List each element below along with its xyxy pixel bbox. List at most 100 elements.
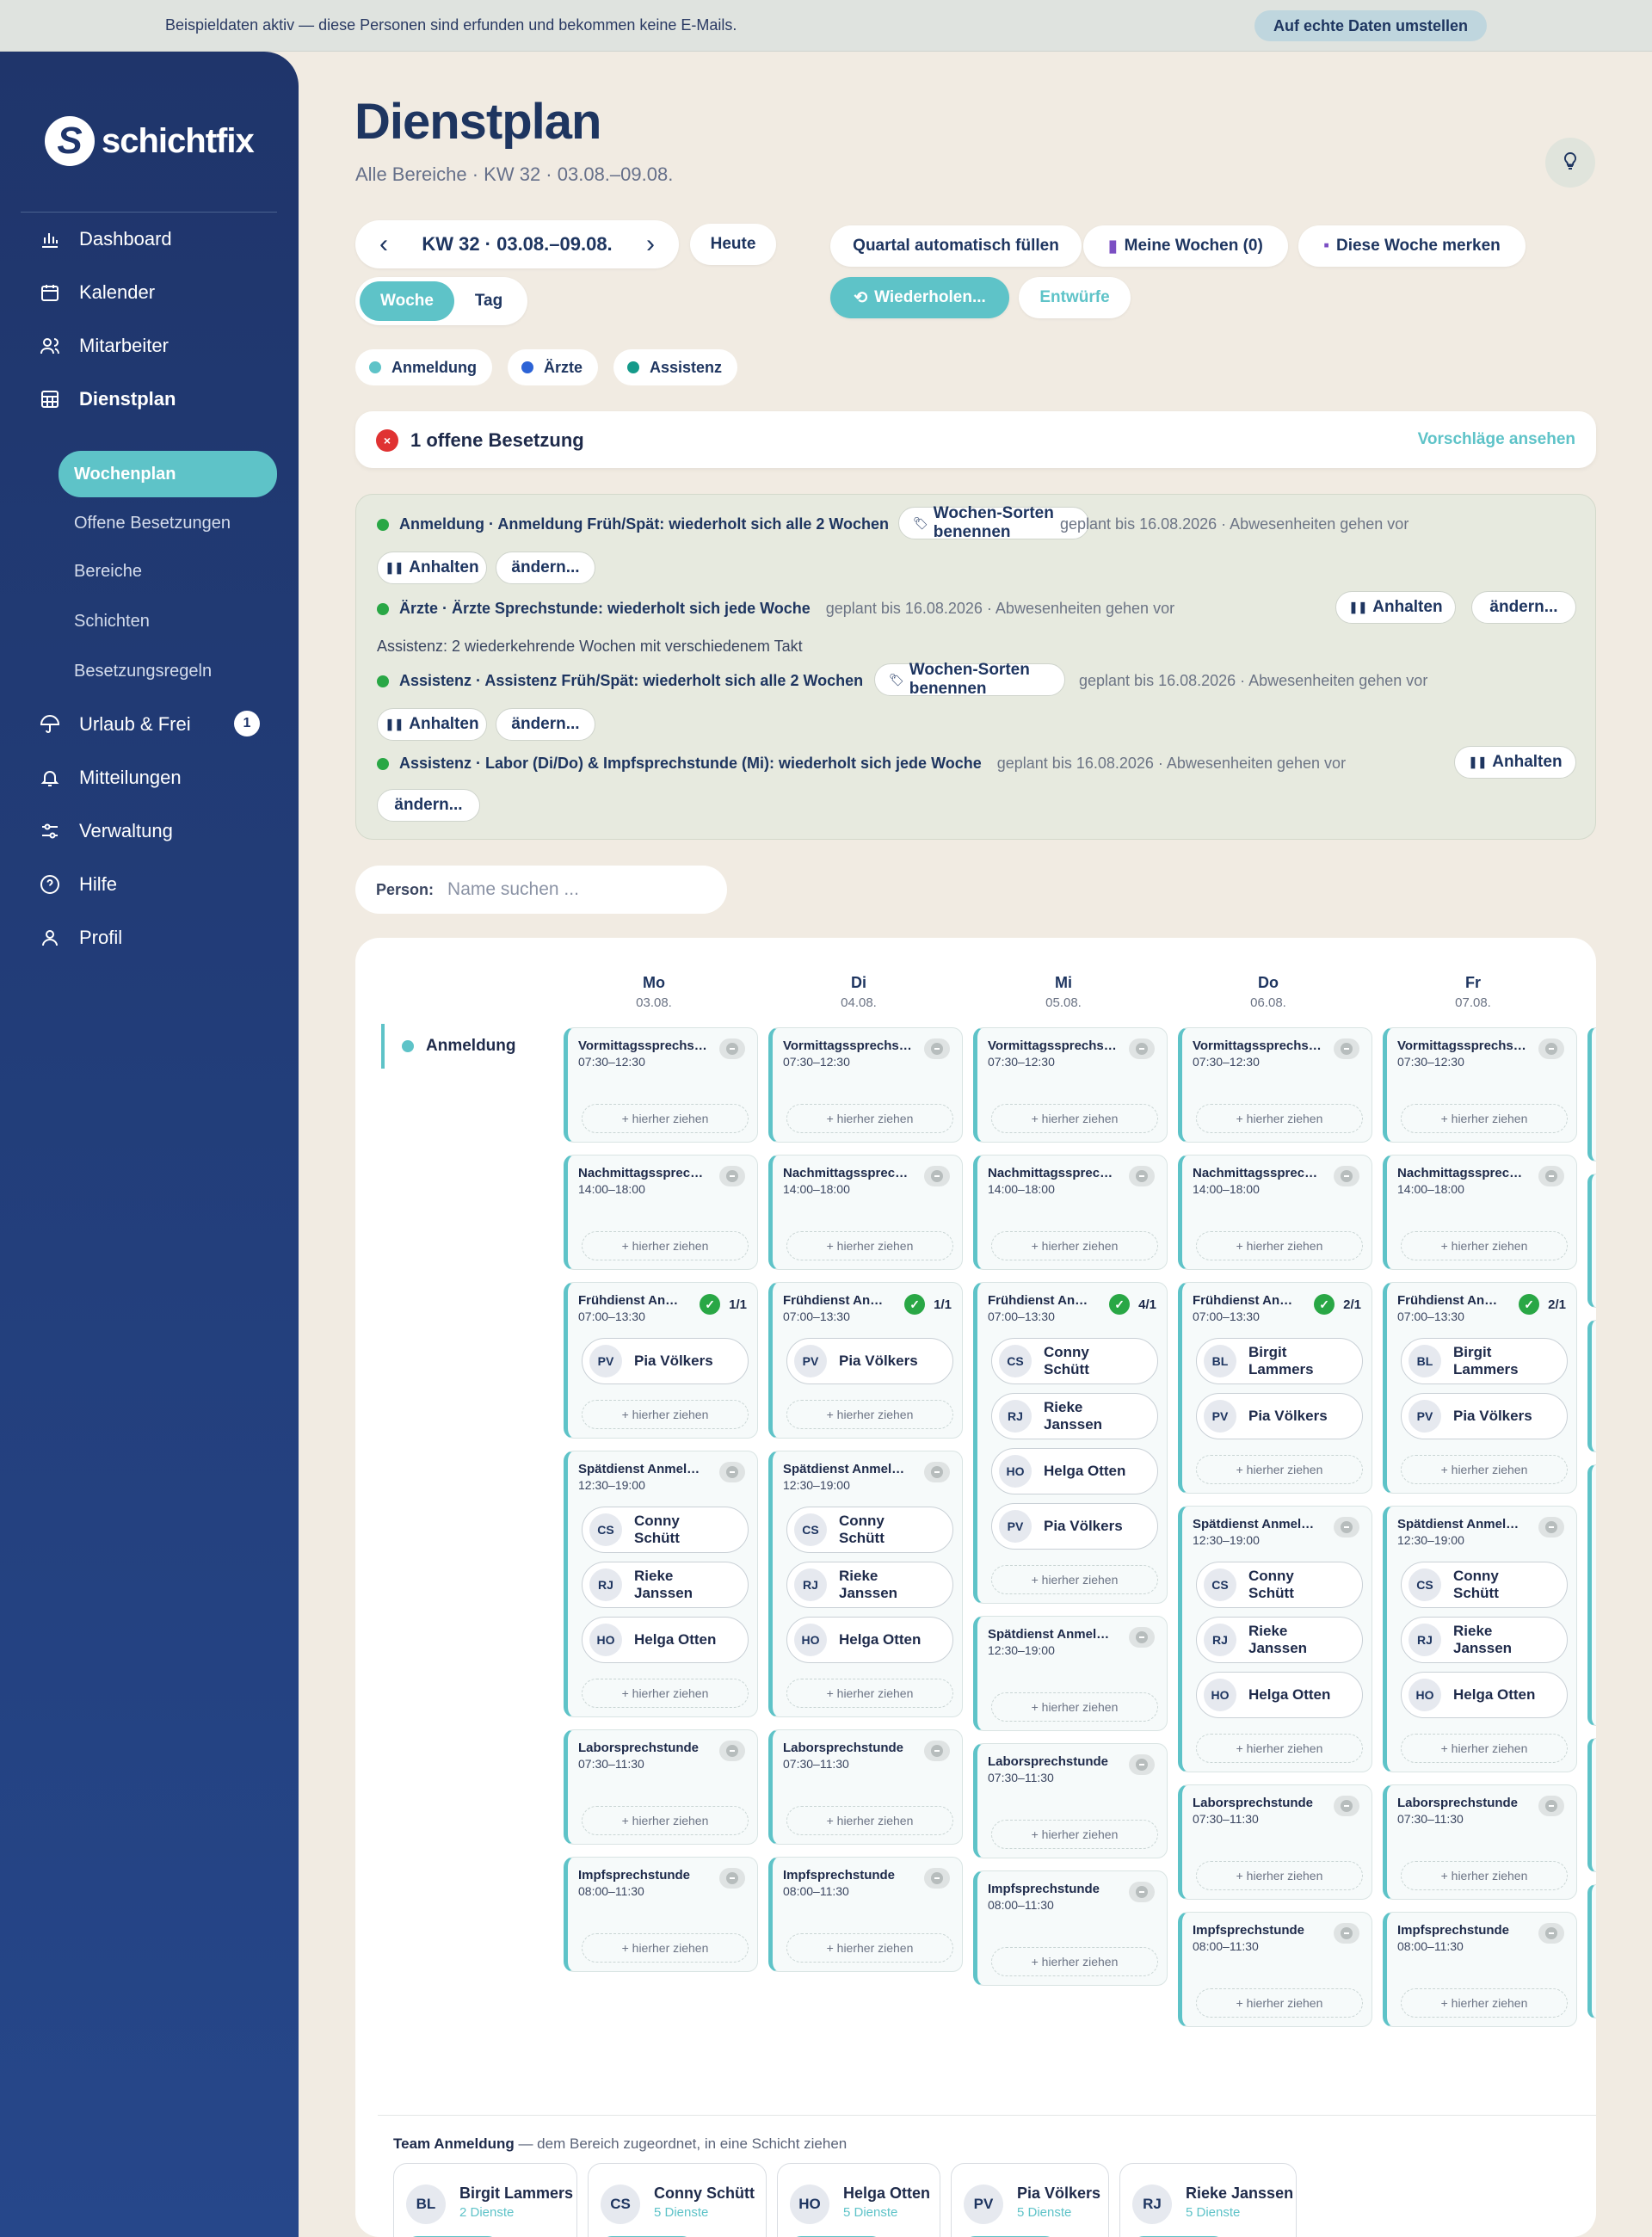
shift-card[interactable]: Nachmittagssprechstunde 14:00–18:00 + hier… xyxy=(973,1155,1168,1270)
drafts-button[interactable]: Entwürfe xyxy=(1019,277,1131,318)
shift-card[interactable]: Vormittagssprechstunde 07:30–12:30 + hierh… xyxy=(564,1027,758,1143)
team-member-card[interactable]: HOHelga Otten5 Dienstealle 2 Wochen xyxy=(777,2163,940,2237)
shift-card[interactable]: Impfsprechstunde 08:00–11:30 + hierher zie… xyxy=(564,1857,758,1972)
shift-card[interactable]: Nachmittagssprechstunde 14:00–18:00 + hier… xyxy=(1178,1155,1372,1270)
shift-card[interactable]: Impfsprechstunde 08:00–11:30 + hierher zie… xyxy=(973,1870,1168,1986)
drop-zone[interactable]: + hierher ziehen xyxy=(1401,1455,1568,1484)
assigned-person[interactable]: BL Birgit Lammers xyxy=(1196,1338,1363,1384)
sidebar-item-dashboard[interactable]: Dashboard xyxy=(38,222,172,256)
next-week-button[interactable]: › xyxy=(646,230,655,259)
shift-card-partial[interactable] xyxy=(1587,1320,1596,1452)
drop-zone[interactable]: + hierher ziehen xyxy=(991,1947,1158,1976)
remember-week-button[interactable]: ▪ Diese Woche merken xyxy=(1298,225,1526,267)
assigned-person[interactable]: HO Helga Otten xyxy=(786,1617,953,1663)
sidebar-item-dienstplan[interactable]: Dienstplan xyxy=(38,382,176,416)
shift-card[interactable]: Frühdienst Anmeldung 07:00–13:30 ✓ 4/1 CS Con… xyxy=(973,1282,1168,1604)
change-rule-button[interactable]: ändern... xyxy=(377,789,480,822)
shift-card-partial[interactable] xyxy=(1587,1027,1596,1162)
drop-zone[interactable]: + hierher ziehen xyxy=(1196,1861,1363,1890)
shift-card[interactable]: Nachmittagssprechstunde 14:00–18:00 + hier… xyxy=(1383,1155,1577,1270)
name-week-types-button[interactable]: 🏷 Wochen-Sorten benennen xyxy=(874,661,1065,698)
shift-card[interactable]: Frühdienst Anmeldung 07:00–13:30 ✓ 1/1 PV Pia… xyxy=(564,1282,758,1439)
shift-card[interactable]: Laborsprechstunde 07:30–11:30 + hierher zi… xyxy=(1178,1784,1372,1900)
my-weeks-button[interactable]: ▮ Meine Wochen (0) xyxy=(1083,225,1288,267)
area-filter-anmeldung[interactable]: Anmeldung xyxy=(355,349,492,385)
assigned-person[interactable]: HO Helga Otten xyxy=(1401,1672,1568,1718)
sidebar-subitem-bereiche[interactable]: Bereiche xyxy=(59,552,277,590)
drop-zone[interactable]: + hierher ziehen xyxy=(786,1933,953,1963)
pause-rule-button[interactable]: ❚❚ Anhalten xyxy=(1454,746,1576,779)
pause-rule-button[interactable]: ❚❚ Anhalten xyxy=(377,552,487,584)
assigned-person[interactable]: CS Conny Schütt xyxy=(1196,1562,1363,1608)
sidebar-item-mitteilungen[interactable]: Mitteilungen xyxy=(38,761,182,795)
drop-zone[interactable]: + hierher ziehen xyxy=(1401,1104,1568,1133)
minus-icon[interactable] xyxy=(924,1868,950,1889)
assigned-person[interactable]: CS Conny Schütt xyxy=(786,1507,953,1553)
sidebar-subitem-offene-besetzungen[interactable]: Offene Besetzungen xyxy=(59,504,277,542)
shift-card[interactable]: Laborsprechstunde 07:30–11:30 + hierher zi… xyxy=(564,1729,758,1845)
sidebar-item-hilfe[interactable]: Hilfe xyxy=(38,867,117,902)
assigned-person[interactable]: HO Helga Otten xyxy=(991,1448,1158,1494)
assigned-person[interactable]: RJ Rieke Janssen xyxy=(991,1393,1158,1439)
drop-zone[interactable]: + hierher ziehen xyxy=(582,1400,749,1429)
assigned-person[interactable]: CS Conny Schütt xyxy=(582,1507,749,1553)
assigned-person[interactable]: PV Pia Völkers xyxy=(1401,1393,1568,1439)
drop-zone[interactable]: + hierher ziehen xyxy=(1401,1231,1568,1260)
drop-zone[interactable]: + hierher ziehen xyxy=(1196,1231,1363,1260)
minus-icon[interactable] xyxy=(1538,1796,1564,1816)
person-search-input[interactable] xyxy=(447,879,706,900)
change-rule-button[interactable]: ändern... xyxy=(496,552,595,584)
change-rule-button[interactable]: ändern... xyxy=(496,708,595,741)
minus-icon[interactable] xyxy=(924,1462,950,1482)
drop-zone[interactable]: + hierher ziehen xyxy=(991,1692,1158,1722)
shift-card[interactable]: Vormittagssprechstunde 07:30–12:30 + hierh… xyxy=(768,1027,963,1143)
pause-rule-button[interactable]: ❚❚ Anhalten xyxy=(1335,591,1456,624)
drop-zone[interactable]: + hierher ziehen xyxy=(991,1231,1158,1260)
drop-zone[interactable]: + hierher ziehen xyxy=(991,1104,1158,1133)
minus-icon[interactable] xyxy=(1334,1166,1359,1186)
assigned-person[interactable]: RJ Rieke Janssen xyxy=(1401,1617,1568,1663)
minus-icon[interactable] xyxy=(719,1868,745,1889)
view-day-button[interactable]: Tag xyxy=(454,292,523,311)
assigned-person[interactable]: HO Helga Otten xyxy=(1196,1672,1363,1718)
sidebar-subitem-besetzungsregeln[interactable]: Besetzungsregeln xyxy=(59,652,277,690)
minus-icon[interactable] xyxy=(719,1038,745,1059)
minus-icon[interactable] xyxy=(719,1462,745,1482)
team-member-card[interactable]: CSConny Schütt5 Dienstealle 2 Wochen xyxy=(588,2163,767,2237)
shift-card[interactable]: Impfsprechstunde 08:00–11:30 + hierher zie… xyxy=(1178,1912,1372,2027)
shift-card[interactable]: Laborsprechstunde 07:30–11:30 + hierher zi… xyxy=(1383,1784,1577,1900)
minus-icon[interactable] xyxy=(924,1038,950,1059)
assigned-person[interactable]: CS Conny Schütt xyxy=(991,1338,1158,1384)
area-filter-assistenz[interactable]: Assistenz xyxy=(613,349,738,385)
fill-quarter-button[interactable]: Quartal automatisch füllen xyxy=(830,225,1082,267)
minus-icon[interactable] xyxy=(1129,1166,1155,1186)
change-rule-button[interactable]: ändern... xyxy=(1471,591,1576,624)
assigned-person[interactable]: CS Conny Schütt xyxy=(1401,1562,1568,1608)
assigned-person[interactable]: PV Pia Völkers xyxy=(1196,1393,1363,1439)
assigned-person[interactable]: RJ Rieke Janssen xyxy=(786,1562,953,1608)
team-member-card[interactable]: RJRieke Janssen5 Dienstealle 2 Wochen xyxy=(1119,2163,1297,2237)
drop-zone[interactable]: + hierher ziehen xyxy=(991,1820,1158,1849)
shift-card[interactable]: Impfsprechstunde 08:00–11:30 + hierher zie… xyxy=(1383,1912,1577,2027)
drop-zone[interactable]: + hierher ziehen xyxy=(582,1933,749,1963)
drop-zone[interactable]: + hierher ziehen xyxy=(1401,1988,1568,2018)
shift-card[interactable]: Nachmittagssprechstunde 14:00–18:00 + hier… xyxy=(564,1155,758,1270)
assigned-person[interactable]: HO Helga Otten xyxy=(582,1617,749,1663)
brand-logo[interactable]: S schichtfix xyxy=(45,114,255,169)
tips-button[interactable] xyxy=(1545,138,1595,188)
assigned-person[interactable]: PV Pia Völkers xyxy=(786,1338,953,1384)
shift-card[interactable]: Laborsprechstunde 07:30–11:30 + hierher zi… xyxy=(768,1729,963,1845)
area-filter-aerzte[interactable]: Ärzte xyxy=(508,349,599,385)
shift-card[interactable]: Frühdienst Anmeldung 07:00–13:30 ✓ 1/1 PV Pia… xyxy=(768,1282,963,1439)
drop-zone[interactable]: + hierher ziehen xyxy=(786,1400,953,1429)
assigned-person[interactable]: PV Pia Völkers xyxy=(991,1503,1158,1550)
shift-card[interactable]: Spätdienst Anmeldung 12:30–19:00 CS Conny S… xyxy=(768,1451,963,1717)
shift-card[interactable]: Impfsprechstunde 08:00–11:30 + hierher zie… xyxy=(768,1857,963,1972)
prev-week-button[interactable]: ‹ xyxy=(379,230,388,259)
minus-icon[interactable] xyxy=(1334,1923,1359,1944)
drop-zone[interactable]: + hierher ziehen xyxy=(582,1806,749,1835)
minus-icon[interactable] xyxy=(924,1166,950,1186)
minus-icon[interactable] xyxy=(924,1741,950,1761)
drop-zone[interactable]: + hierher ziehen xyxy=(582,1104,749,1133)
sidebar-item-kalender[interactable]: Kalender xyxy=(38,275,155,310)
